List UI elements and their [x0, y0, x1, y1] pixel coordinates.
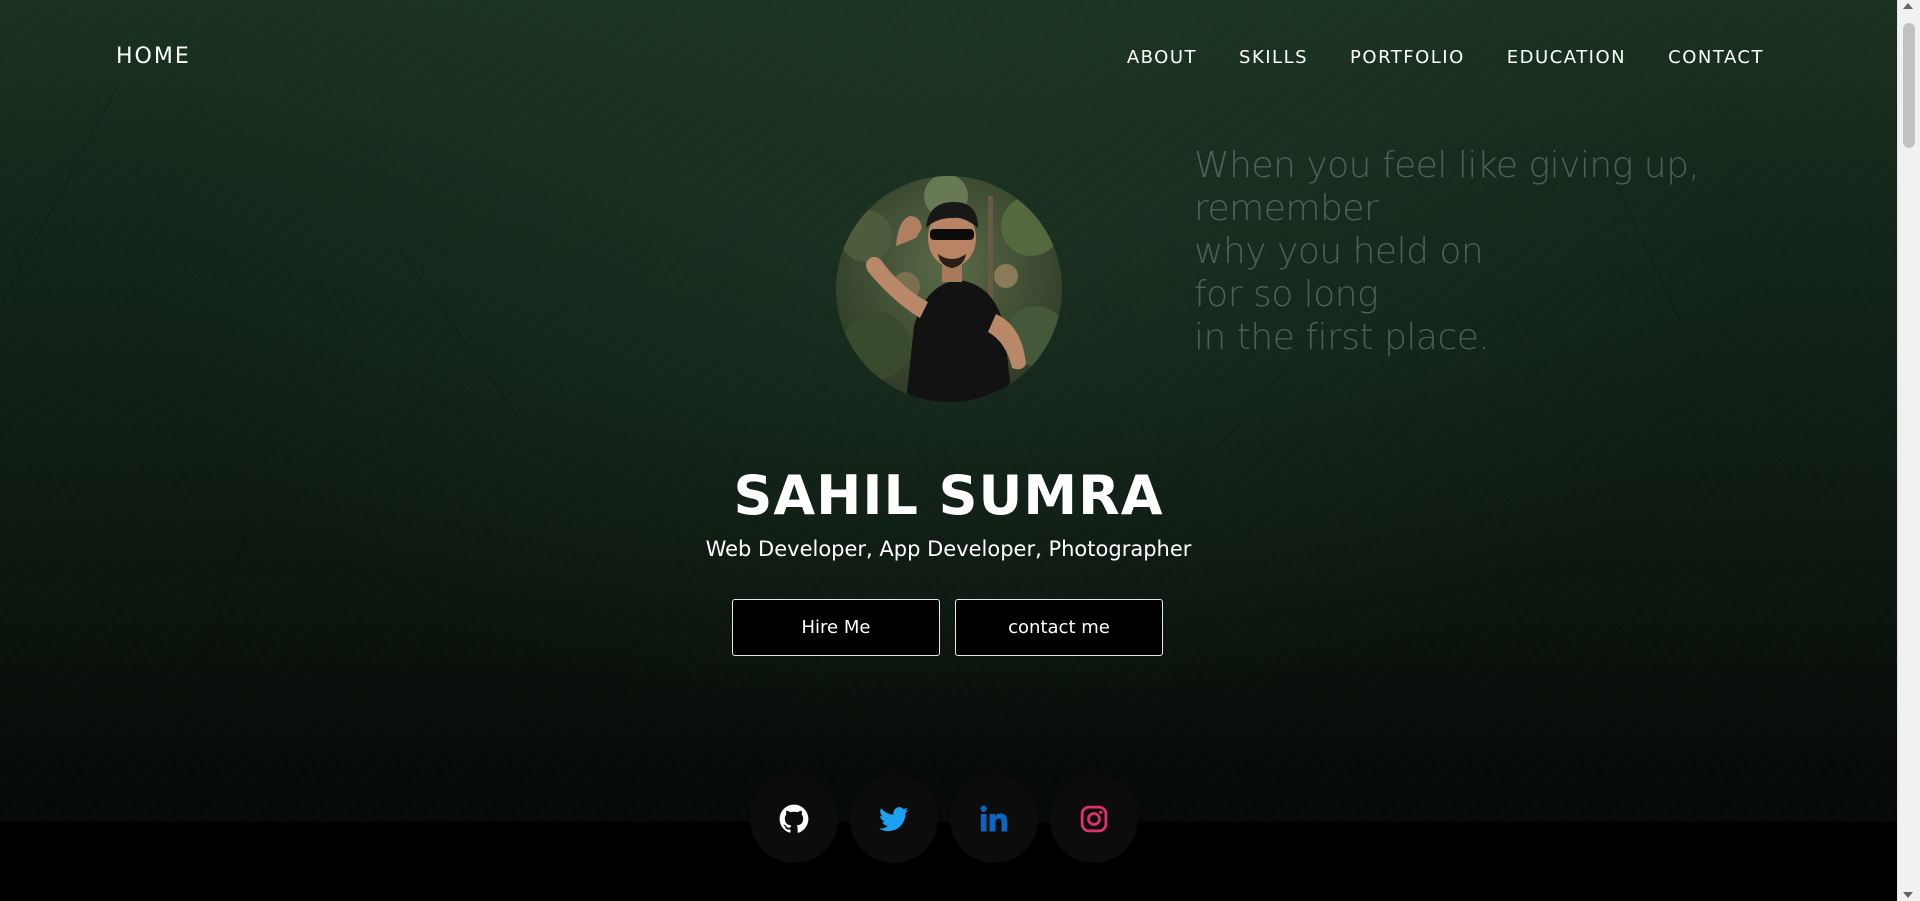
nav-education-link[interactable]: EDUCATION — [1507, 47, 1626, 68]
twitter-icon — [879, 807, 909, 832]
nav-portfolio-link[interactable]: PORTFOLIO — [1350, 47, 1465, 68]
hero-section: HOME ABOUT SKILLS PORTFOLIO EDUCATION CO… — [0, 0, 1897, 822]
page: HOME ABOUT SKILLS PORTFOLIO EDUCATION CO… — [0, 0, 1897, 901]
quote-line: why you held on — [1194, 231, 1484, 272]
hire-me-button[interactable]: Hire Me — [732, 599, 940, 656]
texture-scratch — [519, 600, 701, 728]
vertical-scrollbar[interactable] — [1897, 0, 1920, 901]
scroll-down-arrow-icon[interactable] — [1903, 892, 1913, 898]
profile-photo-image — [836, 176, 1062, 402]
nav-skills-link[interactable]: SKILLS — [1239, 47, 1308, 68]
scroll-up-arrow-icon[interactable] — [1903, 3, 1913, 9]
motivational-quote: When you feel like giving up, remember w… — [1194, 144, 1714, 359]
scroll-thumb[interactable] — [1903, 23, 1915, 148]
nav-about-link[interactable]: ABOUT — [1127, 47, 1197, 68]
profile-photo — [836, 176, 1062, 402]
quote-line: for so long — [1194, 274, 1379, 315]
nav-links: ABOUT SKILLS PORTFOLIO EDUCATION CONTACT — [1127, 47, 1764, 68]
twitter-link[interactable] — [850, 775, 938, 863]
nav-home-link[interactable]: HOME — [116, 44, 191, 69]
github-icon — [779, 804, 809, 833]
texture-scratch — [0, 80, 121, 346]
contact-me-button[interactable]: contact me — [955, 599, 1163, 656]
profile-tagline: Web Developer, App Developer, Photograph… — [705, 537, 1192, 561]
instagram-link[interactable] — [1050, 775, 1138, 863]
texture-scratch — [400, 249, 550, 463]
linkedin-link[interactable] — [950, 775, 1038, 863]
profile-name: SAHIL SUMRA — [733, 464, 1164, 527]
instagram-icon — [1080, 805, 1108, 833]
quote-line: remember — [1194, 188, 1379, 229]
quote-line: in the first place. — [1194, 317, 1490, 358]
nav-contact-link[interactable]: CONTACT — [1668, 47, 1764, 68]
linkedin-icon — [980, 805, 1008, 832]
top-navigation: HOME ABOUT SKILLS PORTFOLIO EDUCATION CO… — [0, 0, 1897, 116]
github-link[interactable] — [750, 775, 838, 863]
quote-line: When you feel like giving up, — [1194, 145, 1700, 186]
